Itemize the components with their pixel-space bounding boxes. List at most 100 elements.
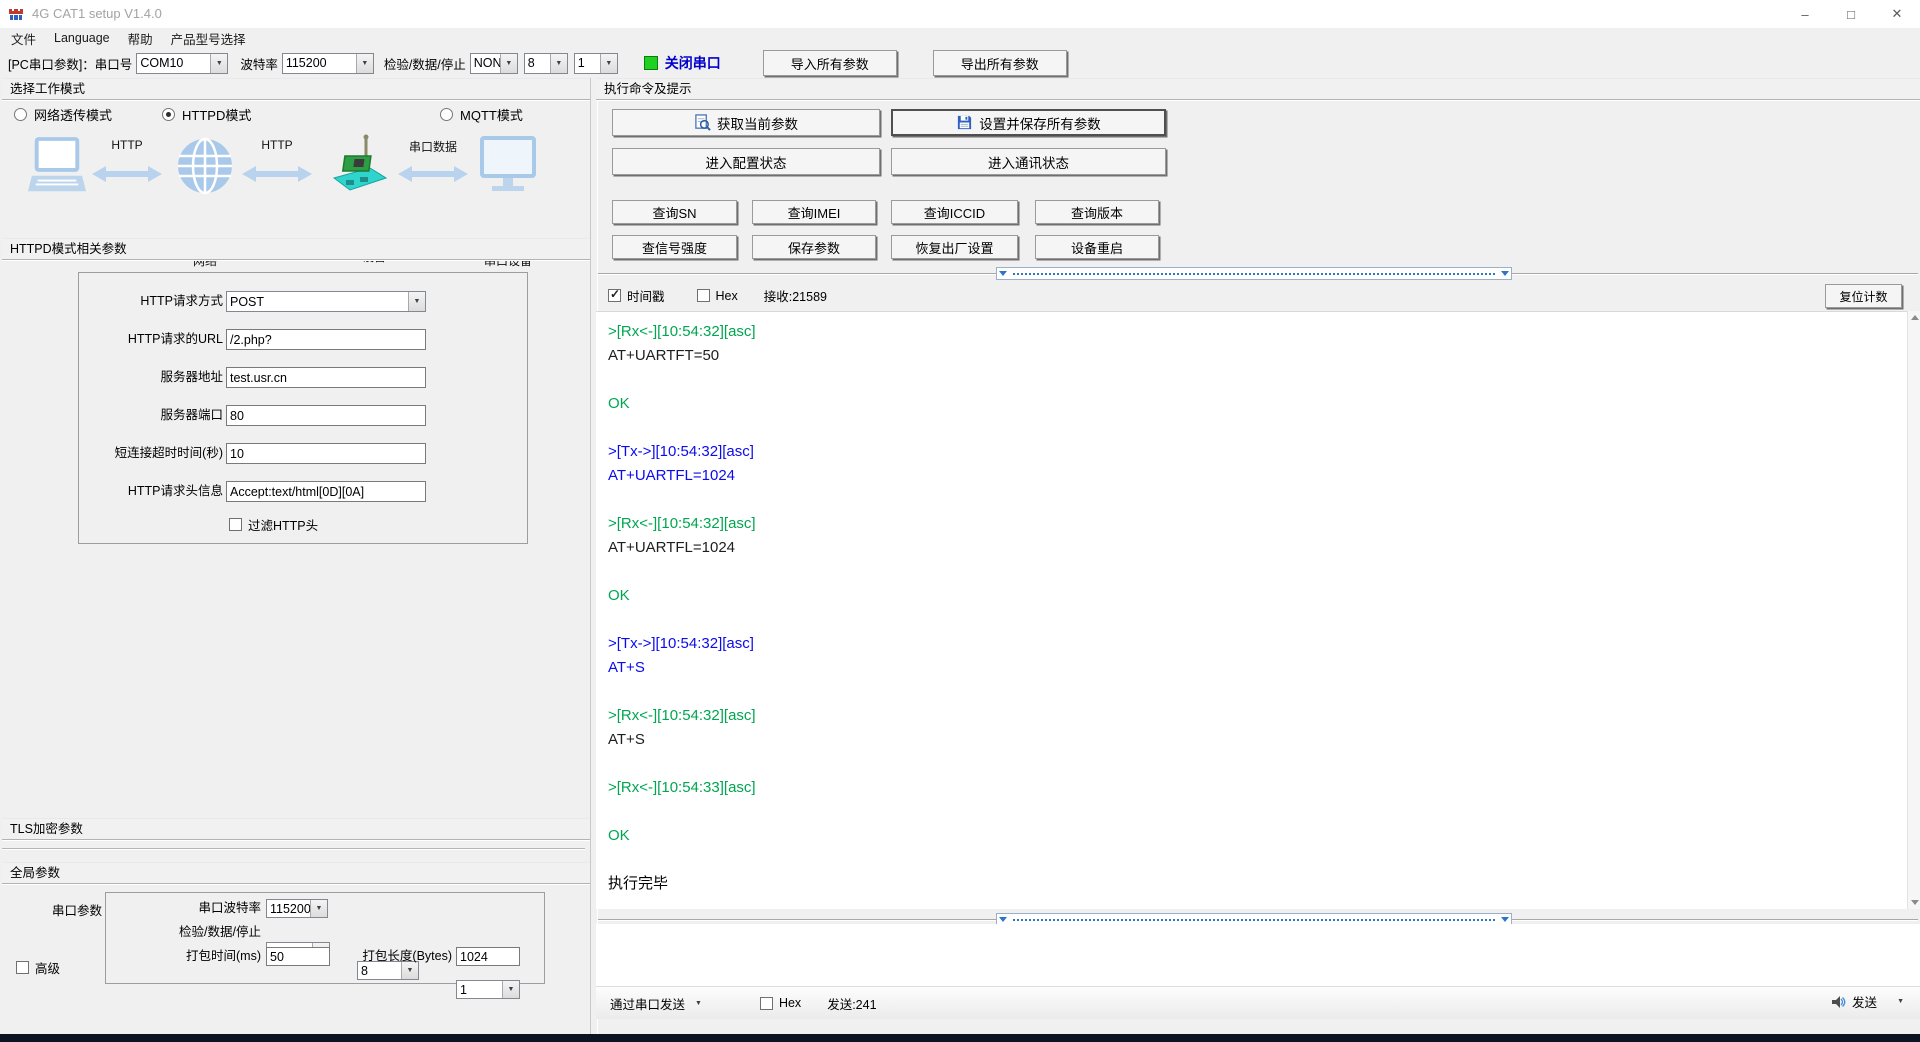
maximize-button[interactable]: □ [1828, 0, 1874, 28]
workmode-radios: 网络透传模式 HTTPD模式 MQTT模式 [0, 105, 590, 123]
field-label: HTTP请求的URL [83, 329, 223, 350]
checkbox-icon[interactable] [16, 961, 29, 974]
form-row: 服务器端口 [79, 405, 527, 426]
checkbox-icon[interactable] [229, 518, 242, 531]
filter-http-checkbox[interactable]: 过滤HTTP头 [229, 515, 318, 534]
cmd-button[interactable]: 恢复出厂设置 [891, 235, 1018, 259]
minimize-button[interactable]: – [1782, 0, 1828, 28]
com-port-select[interactable]: COM10 ▼ [136, 53, 228, 74]
parity-select[interactable]: NONE ▼ [470, 53, 518, 74]
pc-serial-label: [PC串口参数]：串口号 [8, 54, 132, 73]
cmd-button[interactable]: 查信号强度 [612, 235, 737, 259]
scrollbar-track[interactable] [1013, 919, 1495, 921]
log-line: >[Rx<-][10:54:32][asc] [608, 320, 1907, 344]
log-vertical-scrollbar[interactable] [1907, 311, 1920, 909]
workmode-label: MQTT模式 [460, 105, 523, 124]
send-input[interactable] [596, 924, 1920, 986]
get-current-params-button[interactable]: 获取当前参数 [612, 109, 880, 136]
double-arrow-icon [398, 164, 468, 184]
chevron-down-icon[interactable]: ▼ [408, 292, 425, 311]
log-area[interactable]: >[Rx<-][10:54:32][asc]AT+UARTFT=50OK>[Tx… [596, 311, 1907, 909]
pack-time-input[interactable] [266, 947, 330, 966]
serial-pds-label: 检验/数据/停止 [111, 923, 261, 942]
scroll-right-icon[interactable] [1501, 271, 1509, 276]
cmd-button[interactable]: 查询版本 [1035, 200, 1159, 224]
stopbits-select[interactable]: 1 ▼ [574, 53, 618, 74]
enter-comm-state-button[interactable]: 进入通讯状态 [891, 148, 1166, 175]
cmd-button[interactable]: 查询SN [612, 200, 737, 224]
chevron-down-icon[interactable]: ▼ [1897, 998, 1904, 1005]
field-input[interactable] [226, 367, 426, 388]
log-line [608, 848, 1907, 872]
chevron-down-icon[interactable]: ▼ [356, 54, 373, 73]
field-input[interactable] [226, 405, 426, 426]
send-hex-checkbox[interactable] [760, 997, 773, 1010]
baud-select[interactable]: 115200 ▼ [282, 53, 374, 74]
field-input[interactable] [226, 481, 426, 502]
field-select[interactable]: POST▼ [226, 291, 426, 312]
log-line: OK [608, 392, 1907, 416]
advanced-checkbox[interactable]: 高级 [16, 958, 60, 977]
serial-baud-select[interactable]: 115200 ▼ [266, 899, 328, 918]
log-line: >[Tx->][10:54:32][asc] [608, 440, 1907, 464]
cmd-button[interactable]: 查询ICCID [891, 200, 1018, 224]
scroll-down-icon[interactable] [1911, 900, 1919, 905]
cmd-button[interactable]: 保存参数 [752, 235, 876, 259]
scrollbar-track[interactable] [1013, 273, 1495, 275]
set-save-all-params-button[interactable]: 设置并保存所有参数 [891, 109, 1166, 136]
field-label: 服务器地址 [83, 367, 223, 388]
chevron-down-icon[interactable]: ▼ [600, 54, 617, 73]
send-bar: 通过串口发送 ▼ Hex 发送:241 发送 ▼ [596, 986, 1920, 1019]
workmode-radio[interactable]: HTTPD模式 [162, 105, 251, 124]
chevron-down-icon[interactable]: ▼ [210, 54, 227, 73]
import-all-params-button[interactable]: 导入所有参数 [763, 50, 897, 76]
chevron-down-icon[interactable]: ▼ [550, 54, 567, 73]
serial-stopbits-select[interactable]: 1 ▼ [456, 980, 520, 999]
cmd-button[interactable]: 查询IMEI [752, 200, 876, 224]
window-controls: – □ ✕ [1782, 0, 1920, 28]
export-all-params-button[interactable]: 导出所有参数 [933, 50, 1067, 76]
field-input[interactable] [226, 443, 426, 464]
pack-len-input[interactable] [456, 947, 520, 966]
scroll-left-icon[interactable] [999, 271, 1007, 276]
radio-icon[interactable] [162, 108, 175, 121]
chevron-down-icon[interactable]: ▼ [502, 981, 519, 998]
cmd-button[interactable]: 设备重启 [1035, 235, 1159, 259]
log-line [608, 488, 1907, 512]
log-line [608, 560, 1907, 584]
menu-item[interactable]: 文件 [2, 27, 45, 50]
workmode-radio[interactable]: MQTT模式 [440, 105, 523, 124]
radio-icon[interactable] [14, 108, 27, 121]
log-line [608, 368, 1907, 392]
enter-config-state-button[interactable]: 进入配置状态 [612, 148, 880, 175]
baud-label: 波特率 [240, 54, 278, 73]
log-lines: >[Rx<-][10:54:32][asc]AT+UARTFT=50OK>[Tx… [608, 320, 1907, 896]
scroll-left-icon[interactable] [999, 917, 1007, 922]
tls-section-header: TLS加密参数 [2, 818, 590, 840]
form-row: 服务器地址 [79, 367, 527, 388]
menu-item[interactable]: Language [45, 29, 119, 47]
scroll-up-icon[interactable] [1911, 315, 1919, 320]
scroll-right-icon[interactable] [1501, 917, 1509, 922]
send-via-serial-button[interactable]: 通过串口发送 ▼ [604, 991, 708, 1016]
menu-item[interactable]: 产品型号选择 [162, 27, 255, 50]
field-label: 短连接超时时间(秒) [83, 443, 223, 464]
horizontal-scrollbar[interactable] [996, 267, 1512, 280]
form-row: 短连接超时时间(秒) [79, 443, 527, 464]
workmode-radio[interactable]: 网络透传模式 [14, 105, 112, 124]
httpd-section-header: HTTPD模式相关参数 [2, 238, 590, 260]
send-button[interactable]: 发送 ▼ [1830, 992, 1904, 1011]
field-input[interactable] [226, 329, 426, 350]
close-serial-button[interactable]: 关闭串口 [665, 53, 721, 73]
radio-icon[interactable] [440, 108, 453, 121]
menu-item[interactable]: 帮助 [119, 27, 162, 50]
chevron-down-icon[interactable]: ▼ [310, 900, 327, 917]
timestamp-checkbox[interactable] [608, 289, 621, 302]
close-button[interactable]: ✕ [1874, 0, 1920, 28]
databits-select[interactable]: 8 ▼ [524, 53, 568, 74]
chevron-down-icon: ▼ [695, 1000, 702, 1007]
workmode-label: HTTPD模式 [182, 105, 251, 124]
chevron-down-icon[interactable]: ▼ [500, 54, 517, 73]
reset-count-button[interactable]: 复位计数 [1825, 284, 1902, 308]
hex-checkbox[interactable] [697, 289, 710, 302]
